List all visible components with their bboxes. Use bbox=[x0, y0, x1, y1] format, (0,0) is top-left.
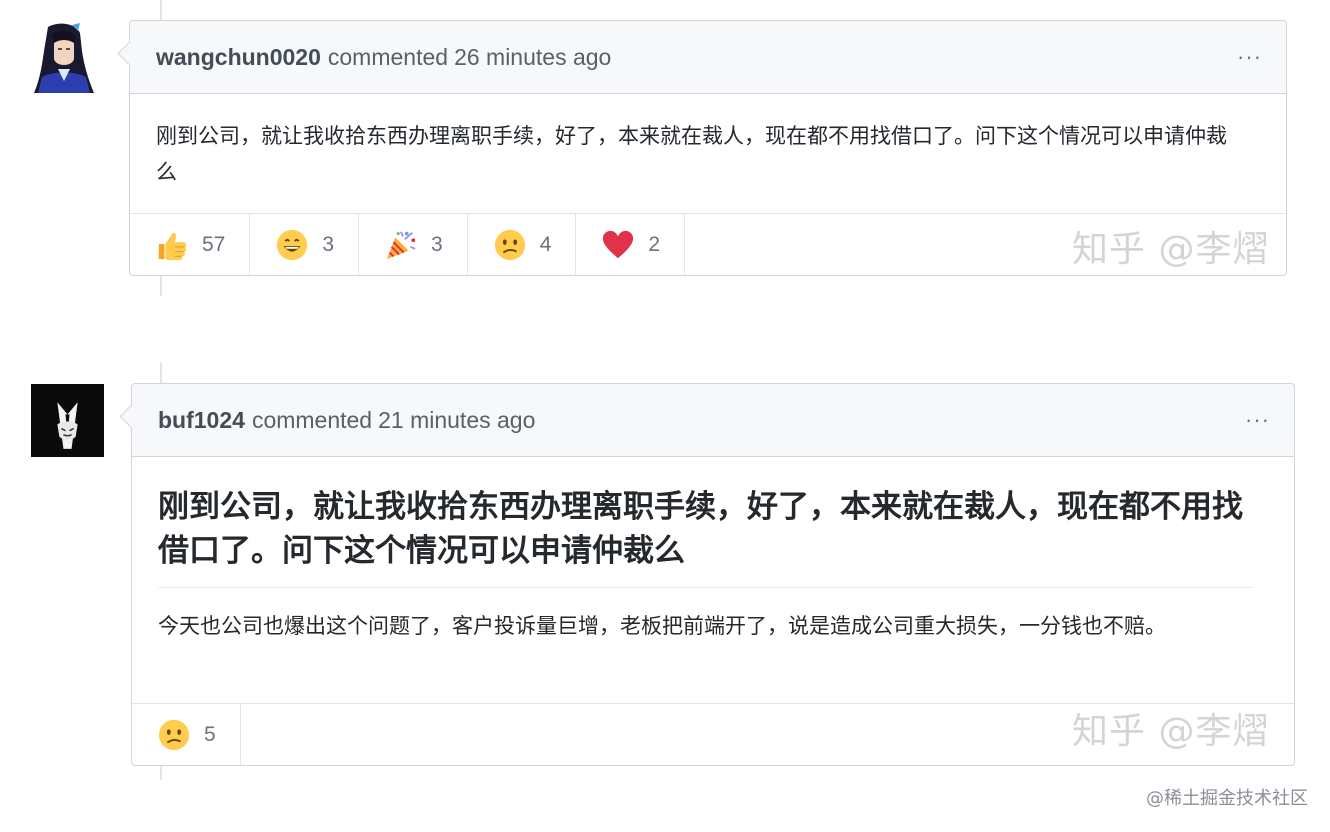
comment-timestamp[interactable]: 26 minutes ago bbox=[454, 44, 611, 71]
quoted-heading: 刚到公司，就让我收拾东西办理离职手续，好了，本来就在裁人，现在都不用找借口了。问… bbox=[158, 489, 1243, 569]
thumbs-up-icon bbox=[154, 227, 190, 263]
comment-header: wangchun0020 commented 26 minutes ago ··… bbox=[130, 21, 1286, 94]
site-watermark: @稀土掘金技术社区 bbox=[1146, 788, 1308, 809]
reaction-confused[interactable]: 4 bbox=[468, 214, 577, 275]
confused-icon bbox=[492, 227, 528, 263]
heading-divider bbox=[158, 587, 1254, 588]
party-popper-icon bbox=[383, 227, 419, 263]
avatar-wangchun0020[interactable] bbox=[28, 21, 100, 93]
avatar-buf1024[interactable] bbox=[31, 384, 104, 457]
reaction-confused[interactable]: 5 bbox=[132, 704, 241, 765]
comment-action: commented bbox=[327, 43, 449, 70]
reaction-heart[interactable]: 2 bbox=[576, 214, 686, 275]
reaction-count: 57 bbox=[202, 232, 226, 256]
comment-header: buf1024 commented 21 minutes ago ··· bbox=[132, 384, 1294, 457]
comment-action: commented bbox=[251, 406, 373, 433]
comment-body: 刚到公司，就让我收拾东西办理离职手续，好了，本来就在裁人，现在都不用找借口了。问… bbox=[130, 94, 1286, 190]
comment-1: wangchun0020 commented 26 minutes ago ··… bbox=[129, 20, 1287, 276]
timeline-line-middle-top bbox=[160, 276, 162, 296]
reaction-count: 3 bbox=[431, 232, 443, 256]
comment-2: buf1024 commented 21 minutes ago ··· 刚到公… bbox=[131, 383, 1295, 766]
smile-icon bbox=[274, 227, 310, 263]
black-suit-avatar-icon bbox=[31, 384, 104, 457]
anime-swordsman-avatar-icon bbox=[28, 21, 100, 93]
timeline-line-middle-bottom bbox=[160, 362, 162, 384]
comment-text: 今天也公司也爆出这个问题了，客户投诉量巨增，老板把前端开了，说是造成公司重大损失… bbox=[158, 614, 1166, 638]
reaction-thumbs-up[interactable]: 57 bbox=[130, 214, 251, 275]
confused-icon bbox=[156, 717, 192, 753]
reaction-party[interactable]: 3 bbox=[359, 214, 468, 275]
reaction-count: 5 bbox=[204, 722, 216, 746]
heart-icon bbox=[600, 227, 636, 263]
reaction-smile[interactable]: 3 bbox=[250, 214, 360, 275]
more-options-icon[interactable]: ··· bbox=[1237, 46, 1262, 68]
timeline-line-bottom bbox=[160, 766, 162, 780]
reaction-count: 4 bbox=[539, 232, 552, 256]
reactions-bar: 5 bbox=[132, 703, 1294, 765]
comment-timestamp[interactable]: 21 minutes ago bbox=[378, 407, 535, 434]
comment-body: 刚到公司，就让我收拾东西办理离职手续，好了，本来就在裁人，现在都不用找借口了。问… bbox=[132, 457, 1294, 644]
comment-author[interactable]: wangchun0020 bbox=[156, 44, 321, 71]
comment-author[interactable]: buf1024 bbox=[158, 407, 245, 434]
comment-text: 刚到公司，就让我收拾东西办理离职手续，好了，本来就在裁人，现在都不用找借口了。问… bbox=[156, 124, 1227, 184]
reaction-count: 3 bbox=[322, 232, 335, 256]
more-options-icon[interactable]: ··· bbox=[1245, 409, 1270, 431]
reaction-count: 2 bbox=[648, 232, 661, 256]
timeline-line-top bbox=[160, 0, 162, 20]
reactions-bar: 57 3 3 4 2 bbox=[130, 213, 1286, 275]
